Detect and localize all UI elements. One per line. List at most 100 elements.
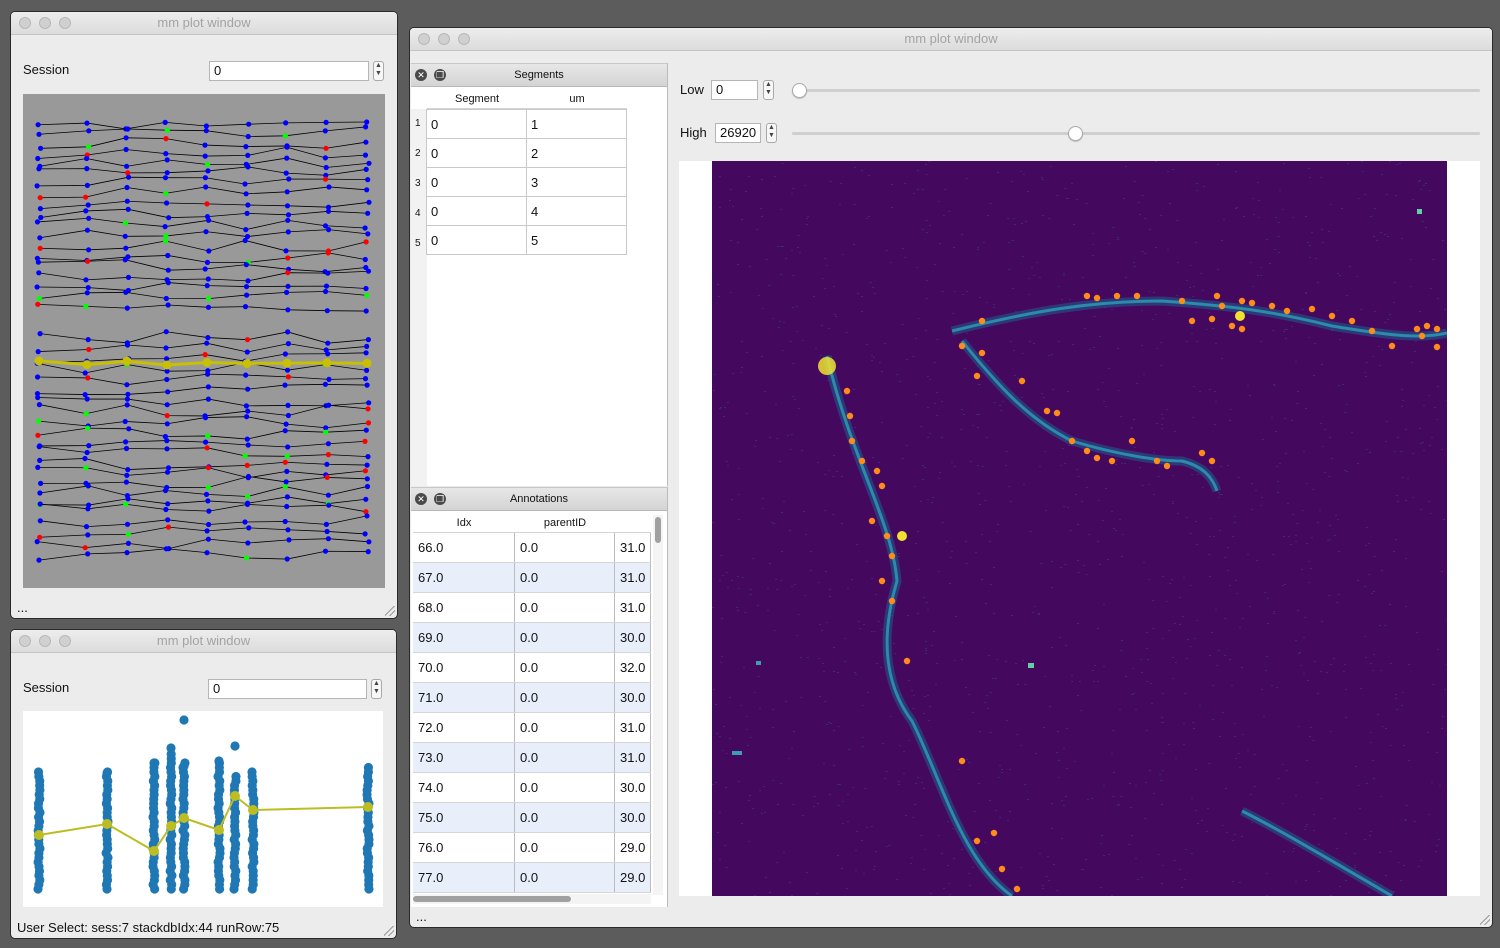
scroll-thumb[interactable] [655, 517, 661, 543]
table-cell[interactable]: 0.0 [515, 803, 615, 832]
table-row[interactable]: 67.0 0.0 31.0 [413, 563, 651, 593]
segments-dock-title[interactable]: ✕ ❐ Segments [411, 63, 667, 87]
low-slider-knob[interactable] [792, 83, 807, 98]
low-input[interactable]: 0 [711, 80, 758, 100]
table-cell[interactable]: 30.0 [615, 623, 651, 652]
high-slider[interactable] [792, 132, 1480, 135]
table-cell[interactable]: 68.0 [413, 593, 515, 622]
row-header[interactable]: 1 [411, 109, 427, 139]
table-row[interactable]: 69.0 0.0 30.0 [413, 623, 651, 653]
table-cell[interactable]: 69.0 [413, 623, 515, 652]
session-stepper[interactable]: ▲ ▼ [371, 679, 382, 699]
low-stepper[interactable]: ▲ ▼ [763, 80, 774, 100]
close-icon[interactable]: ✕ [415, 69, 427, 81]
table-cell[interactable]: 30.0 [615, 773, 651, 802]
session-input[interactable]: 0 [209, 61, 369, 81]
table-cell[interactable]: 70.0 [413, 653, 515, 682]
minimize-icon[interactable] [39, 17, 51, 29]
table-cell[interactable]: 72.0 [413, 713, 515, 742]
table-row[interactable]: 05 [426, 225, 627, 255]
table-cell[interactable]: 0 [426, 225, 527, 255]
table-cell[interactable]: 0.0 [515, 623, 615, 652]
table-row[interactable]: 02 [426, 138, 627, 168]
table-cell[interactable]: 0 [426, 196, 527, 226]
table-cell[interactable]: 0.0 [515, 563, 615, 592]
resize-grip[interactable] [1480, 915, 1490, 925]
column-header[interactable]: parentID [515, 514, 615, 532]
table-cell[interactable]: 31.0 [615, 743, 651, 772]
stat-scatter-plot[interactable] [23, 711, 383, 907]
session-input[interactable]: 0 [208, 679, 367, 699]
table-cell[interactable]: 67.0 [413, 563, 515, 592]
table-row[interactable]: 03 [426, 167, 627, 197]
table-cell[interactable]: 29.0 [615, 863, 651, 892]
row-header[interactable]: 2 [411, 139, 427, 169]
column-header[interactable]: um [527, 90, 627, 108]
table-cell[interactable]: 32.0 [615, 653, 651, 682]
table-cell[interactable]: 0 [426, 167, 527, 197]
column-header[interactable]: Segment [427, 90, 527, 108]
table-row[interactable]: 77.0 0.0 29.0 [413, 863, 651, 893]
table-cell[interactable]: 75.0 [413, 803, 515, 832]
zoom-icon[interactable] [59, 17, 71, 29]
table-cell[interactable]: 0 [426, 138, 527, 168]
table-row[interactable]: 73.0 0.0 31.0 [413, 743, 651, 773]
table-cell[interactable]: 1 [526, 109, 627, 139]
table-cell[interactable]: 30.0 [615, 803, 651, 832]
table-cell[interactable]: 74.0 [413, 773, 515, 802]
table-cell[interactable]: 0.0 [515, 863, 615, 892]
close-icon[interactable] [19, 17, 31, 29]
table-cell[interactable]: 73.0 [413, 743, 515, 772]
table-cell[interactable]: 0.0 [515, 713, 615, 742]
table-cell[interactable]: 0.0 [515, 743, 615, 772]
table-cell[interactable]: 0.0 [515, 773, 615, 802]
table-row[interactable]: 75.0 0.0 30.0 [413, 803, 651, 833]
table-cell[interactable]: 31.0 [615, 593, 651, 622]
table-cell[interactable]: 30.0 [615, 683, 651, 712]
table-row[interactable]: 71.0 0.0 30.0 [413, 683, 651, 713]
high-slider-knob[interactable] [1067, 126, 1083, 141]
table-row[interactable]: 74.0 0.0 30.0 [413, 773, 651, 803]
session-stepper[interactable]: ▲ ▼ [373, 61, 384, 81]
float-icon[interactable]: ❐ [434, 493, 446, 505]
table-row[interactable]: 76.0 0.0 29.0 [413, 833, 651, 863]
minimize-icon[interactable] [438, 33, 450, 45]
table-cell[interactable]: 0.0 [515, 653, 615, 682]
column-header[interactable]: Idx [413, 514, 515, 532]
table-cell[interactable]: 0.0 [515, 683, 615, 712]
table-cell[interactable]: 0.0 [515, 593, 615, 622]
float-icon[interactable]: ❐ [434, 69, 446, 81]
table-row[interactable]: 01 [426, 109, 627, 139]
row-header[interactable]: 3 [411, 169, 427, 199]
annotations-dock-title[interactable]: ✕ ❐ Annotations [411, 487, 667, 511]
table-cell[interactable]: 3 [526, 167, 627, 197]
table-cell[interactable]: 4 [526, 196, 627, 226]
high-input[interactable]: 26920 [715, 123, 761, 143]
vertical-scrollbar[interactable] [653, 515, 663, 895]
close-icon[interactable] [19, 635, 31, 647]
table-row[interactable]: 66.0 0.0 31.0 [413, 533, 651, 563]
table-cell[interactable]: 71.0 [413, 683, 515, 712]
low-slider[interactable] [792, 89, 1480, 92]
table-cell[interactable]: 31.0 [615, 713, 651, 742]
resize-grip[interactable] [385, 606, 395, 616]
table-cell[interactable]: 5 [526, 225, 627, 255]
resize-grip[interactable] [384, 926, 394, 936]
zoom-icon[interactable] [59, 635, 71, 647]
table-cell[interactable]: 77.0 [413, 863, 515, 892]
table-cell[interactable]: 0.0 [515, 833, 615, 862]
horizontal-scrollbar[interactable] [413, 894, 651, 904]
table-row[interactable]: 70.0 0.0 32.0 [413, 653, 651, 683]
close-icon[interactable]: ✕ [415, 493, 427, 505]
minimize-icon[interactable] [39, 635, 51, 647]
table-cell[interactable]: 76.0 [413, 833, 515, 862]
zoom-icon[interactable] [458, 33, 470, 45]
row-header[interactable]: 5 [411, 229, 427, 259]
window-titlebar[interactable]: mm plot window [11, 630, 396, 653]
table-cell[interactable]: 31.0 [615, 533, 651, 562]
row-header[interactable]: 4 [411, 199, 427, 229]
window-titlebar[interactable]: mm plot window [11, 12, 397, 35]
table-cell[interactable]: 0.0 [515, 533, 615, 562]
window-titlebar[interactable]: mm plot window [410, 28, 1492, 51]
table-cell[interactable]: 2 [526, 138, 627, 168]
